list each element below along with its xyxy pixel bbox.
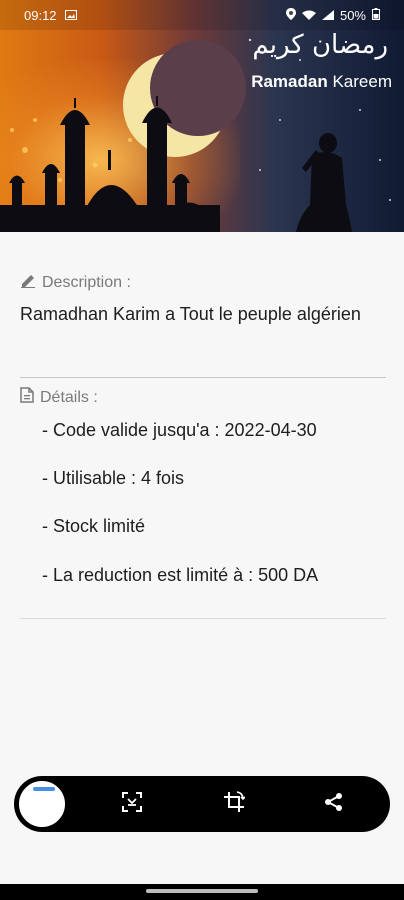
document-icon — [20, 387, 34, 408]
detail-expiry: - Code valide jusqu'a : 2022-04-30 — [42, 420, 317, 440]
signal-icon — [321, 8, 334, 23]
crop-rotate-icon — [223, 790, 246, 818]
banner-title-regular: Kareem — [332, 72, 392, 91]
system-nav-bar — [0, 884, 404, 900]
banner-title-bold: Ramadan — [251, 72, 328, 91]
location-icon — [285, 7, 296, 23]
edit-icon — [20, 272, 36, 293]
crop-rotate-button[interactable] — [220, 790, 248, 818]
home-handle[interactable] — [146, 889, 258, 893]
detail-reduction: - La reduction est limité à : 500 DA — [42, 565, 319, 585]
image-icon — [64, 8, 77, 23]
status-bar: 09:12 50% — [0, 0, 404, 30]
details-label: Détails : — [20, 387, 98, 408]
share-icon — [324, 792, 344, 817]
description-label: Description : — [20, 272, 131, 293]
battery-icon — [372, 7, 380, 23]
description-label-text: Description : — [42, 273, 131, 291]
scan-button[interactable] — [118, 790, 146, 818]
share-button[interactable] — [320, 790, 348, 818]
scan-icon — [121, 791, 143, 818]
detail-stock: - Stock limité — [42, 516, 146, 536]
arabic-calligraphy: رمضان كريم — [252, 30, 388, 60]
wifi-icon — [301, 8, 316, 23]
banner-title: Ramadan Kareem — [251, 72, 392, 92]
divider — [20, 377, 386, 378]
qr-code-thumbnail[interactable] — [16, 778, 68, 830]
action-bar — [14, 776, 390, 832]
promo-banner: 09:12 50% رمضان كريم Ramadan Kareem — [0, 0, 404, 232]
details-label-text: Détails : — [40, 388, 98, 406]
detail-usage: - Utilisable : 4 fois — [42, 468, 185, 488]
description-text: Ramadhan Karim a Tout le peuple algérien — [20, 304, 361, 324]
divider — [20, 618, 386, 619]
battery-percent: 50% — [339, 7, 366, 23]
status-time: 09:12 — [24, 7, 57, 23]
